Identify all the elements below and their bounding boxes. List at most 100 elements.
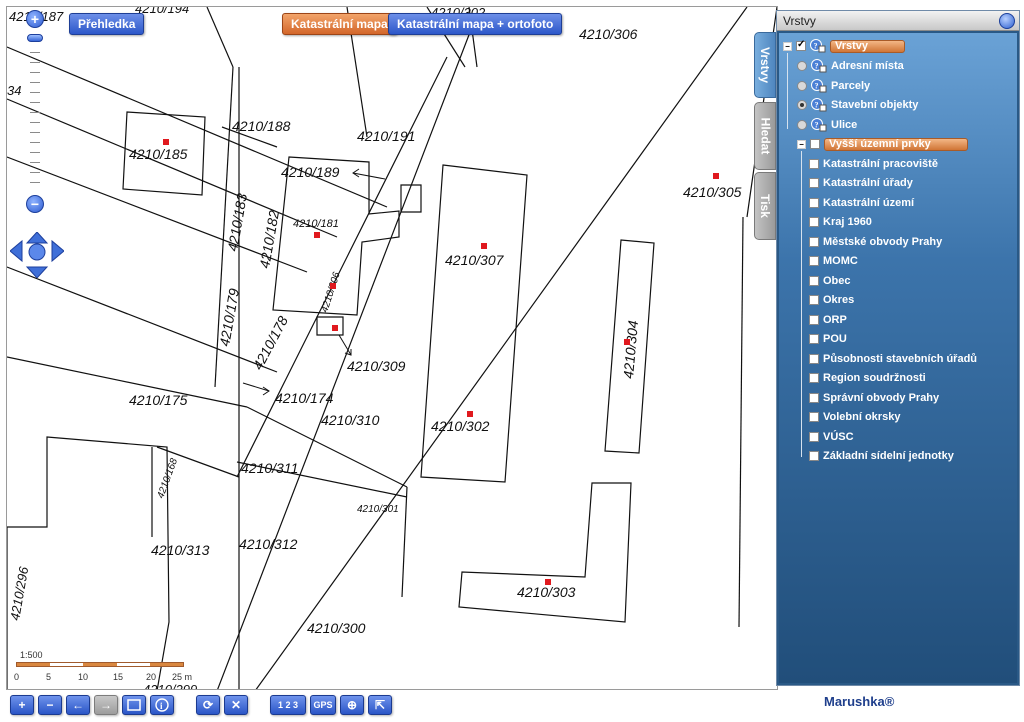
tab-vrstvy-label: Vrstvy <box>758 46 772 84</box>
clear-button[interactable]: ✕ <box>224 695 248 715</box>
tree-group-label: Vyšší územní prvky <box>829 138 931 150</box>
refresh-button[interactable]: ⟳ <box>196 695 220 715</box>
zoom-in-button[interactable]: + <box>10 695 34 715</box>
sublayer-item[interactable]: Volební okrsky <box>809 408 900 426</box>
layer-label: MOMC <box>823 255 858 267</box>
layer-checkbox[interactable] <box>809 295 819 305</box>
layer-checkbox[interactable] <box>809 276 819 286</box>
layer-checkbox[interactable] <box>809 256 819 266</box>
arrow-left-icon: ← <box>72 698 84 712</box>
sublayer-item[interactable]: Základní sídelní jednotky <box>809 447 954 465</box>
history-back-button[interactable]: ← <box>66 695 90 715</box>
sublayer-item[interactable]: Katastrální pracoviště <box>809 155 938 173</box>
zoom-tick <box>30 62 40 63</box>
tree-group[interactable]: − Vyšší územní prvky <box>797 135 968 153</box>
sublayer-item[interactable]: Působnosti stavebních úřadů <box>809 350 977 368</box>
overview-button-label: Přehledka <box>78 17 136 31</box>
identify-button[interactable]: i <box>150 695 174 715</box>
collapse-icon[interactable]: − <box>783 41 792 51</box>
sublayer-item[interactable]: Městské obvody Prahy <box>809 233 942 251</box>
sublayer-item[interactable]: Katastrální území <box>809 194 914 212</box>
overview-button[interactable]: Přehledka <box>69 13 145 35</box>
layer-checkbox[interactable] <box>809 432 819 442</box>
sublayer-item[interactable]: Obec <box>809 272 851 290</box>
pan-control[interactable] <box>10 232 64 278</box>
layer-checkbox[interactable] <box>809 334 819 344</box>
layer-info-icon[interactable]: ? <box>811 98 827 112</box>
layer-checkbox[interactable] <box>809 159 819 169</box>
address-point <box>163 139 169 145</box>
layer-stavebni-objekty[interactable]: ? Stavební objekty <box>797 96 918 114</box>
zoom-out-button[interactable]: − <box>38 695 62 715</box>
layer-checkbox[interactable] <box>809 178 819 188</box>
sublayer-item[interactable]: VÚSC <box>809 428 854 446</box>
gps-button[interactable]: GPS <box>310 695 336 715</box>
layer-info-icon[interactable]: ? <box>810 39 826 53</box>
tree-root-label-box[interactable]: Vrstvy <box>830 39 906 53</box>
cadastral-ortho-button[interactable]: Katastrální mapa + ortofoto <box>388 13 563 35</box>
parcel-labels: 4210/187 4210/194 4210/302 4210/306 34 4… <box>7 7 742 689</box>
history-forward-button[interactable]: → <box>94 695 118 715</box>
info-cursor-icon: i <box>155 698 169 712</box>
parcel-label: 4210/306 <box>319 270 342 313</box>
parcel-label: 4210/188 <box>232 118 291 134</box>
zoom-tick <box>30 52 40 53</box>
layer-info-icon[interactable]: ? <box>811 79 827 93</box>
layer-adresni-mista[interactable]: ? Adresní místa <box>797 57 904 75</box>
layer-radio[interactable] <box>797 61 807 71</box>
layer-radio[interactable] <box>797 81 807 91</box>
sublayer-item[interactable]: MOMC <box>809 252 858 270</box>
cadastral-map[interactable]: 4210/187 4210/194 4210/302 4210/306 34 4… <box>6 6 778 690</box>
sublayer-item[interactable]: Region soudržnosti <box>809 369 926 387</box>
measure-button[interactable]: 1 2 3 <box>270 695 306 715</box>
cadastral-map-button[interactable]: Katastrální mapa <box>282 13 397 35</box>
info-icon[interactable] <box>999 13 1015 29</box>
zoom-tick <box>30 142 40 143</box>
tab-hledat[interactable]: Hledat <box>754 102 776 170</box>
locate-button[interactable]: ⊕ <box>340 695 364 715</box>
layer-checkbox[interactable] <box>810 139 820 149</box>
address-point <box>624 339 630 345</box>
sublayer-item[interactable]: POU <box>809 330 847 348</box>
layer-label: Adresní místa <box>831 60 904 72</box>
layer-checkbox[interactable] <box>809 354 819 364</box>
layer-ulice[interactable]: ? Ulice <box>797 116 857 134</box>
layer-info-icon[interactable]: ? <box>811 59 827 73</box>
parcel-label: 4210/168 <box>155 457 180 500</box>
layer-checkbox[interactable] <box>809 373 819 383</box>
layer-checkbox[interactable] <box>796 39 806 51</box>
layer-checkbox[interactable] <box>809 217 819 227</box>
sublayer-item[interactable]: Katastrální úřady <box>809 174 913 192</box>
sublayer-item[interactable]: Správní obvody Prahy <box>809 389 939 407</box>
sublayer-item[interactable]: Kraj 1960 <box>809 213 872 231</box>
parcel-label: 4210/178 <box>250 313 292 372</box>
tab-tisk[interactable]: Tisk <box>754 172 776 240</box>
layer-radio[interactable] <box>797 100 807 110</box>
layer-checkbox[interactable] <box>809 393 819 403</box>
sublayer-item[interactable]: ORP <box>809 311 847 329</box>
zoom-thumb[interactable] <box>27 34 43 42</box>
parcel-boundaries <box>7 7 777 689</box>
tree-group-label-box[interactable]: Vyšší územní prvky <box>824 137 968 151</box>
sublayer-item[interactable]: Okres <box>809 291 854 309</box>
tree-root[interactable]: − ? Vrstvy <box>783 37 906 55</box>
layer-tree: − ? Vrstvy ? Adresní místa <box>779 33 1017 683</box>
layer-checkbox[interactable] <box>809 198 819 208</box>
collapse-icon[interactable]: − <box>797 139 806 149</box>
export-button[interactable]: ⇱ <box>368 695 392 715</box>
layer-info-icon[interactable]: ? <box>811 118 827 132</box>
layer-checkbox[interactable] <box>809 237 819 247</box>
tab-vrstvy[interactable]: Vrstvy <box>754 32 776 98</box>
zoom-out-icon[interactable]: − <box>26 195 44 213</box>
map-canvas[interactable]: 4210/187 4210/194 4210/302 4210/306 34 4… <box>7 7 778 690</box>
layer-radio[interactable] <box>797 120 807 130</box>
layer-checkbox[interactable] <box>809 412 819 422</box>
layer-parcely[interactable]: ? Parcely <box>797 77 870 95</box>
full-extent-button[interactable] <box>122 695 146 715</box>
zoom-control[interactable]: + − <box>24 10 48 220</box>
zoom-in-icon[interactable]: + <box>26 10 44 28</box>
layer-checkbox[interactable] <box>809 315 819 325</box>
layer-label: Správní obvody Prahy <box>823 392 940 404</box>
layer-checkbox[interactable] <box>809 451 819 461</box>
parcel-label: 4210/303 <box>517 584 576 600</box>
